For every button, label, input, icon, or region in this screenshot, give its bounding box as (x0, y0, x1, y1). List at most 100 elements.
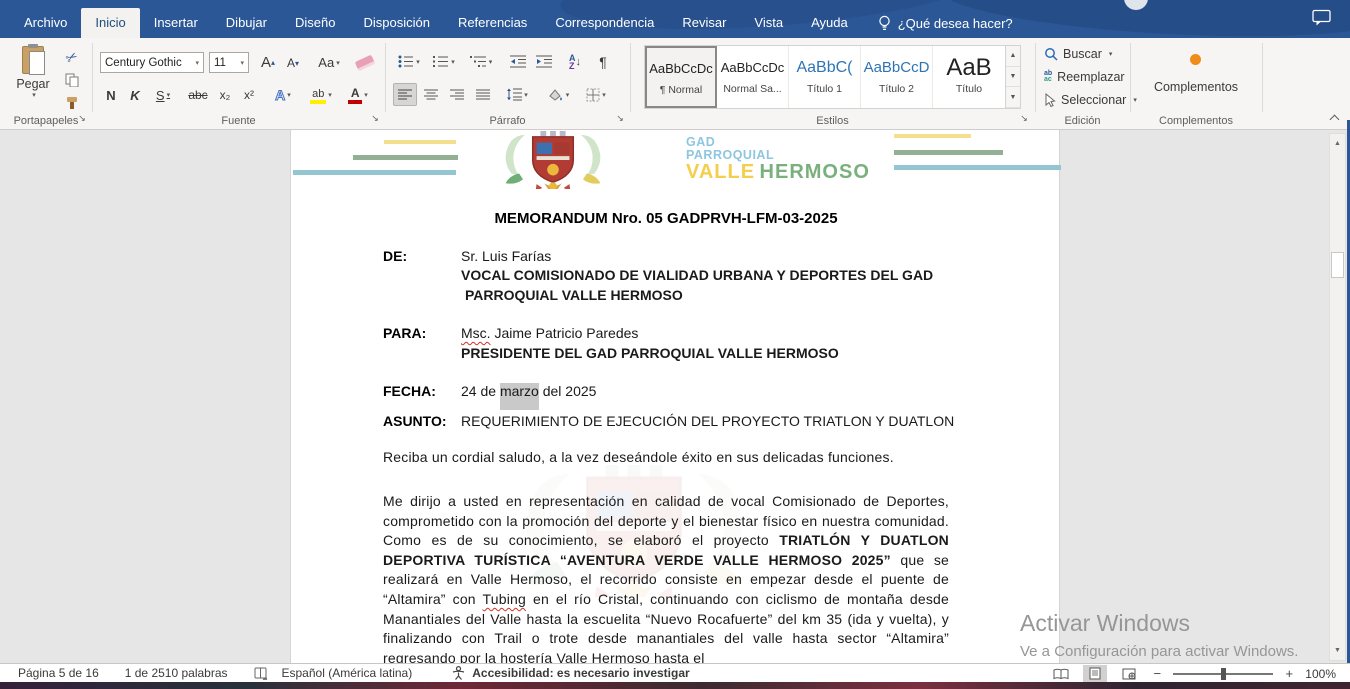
paste-button[interactable]: Pegar ▾ (8, 44, 58, 118)
tab-insertar[interactable]: Insertar (140, 8, 212, 38)
shrink-font-button[interactable]: A▾ (282, 52, 304, 74)
chevron-down-icon[interactable]: ▾ (602, 91, 606, 99)
addins-button[interactable]: Complementos (1140, 76, 1252, 98)
shading-button[interactable]: ▾ (541, 83, 575, 106)
scroll-up-button[interactable]: ▲ (1331, 136, 1344, 151)
format-painter-button[interactable] (60, 92, 84, 114)
numbering-button[interactable]: ▾ (428, 50, 460, 73)
language-indicator[interactable]: Español (América latina) (282, 666, 413, 680)
font-size-combo[interactable]: 11▾ (209, 52, 249, 73)
font-dialog-launcher[interactable]: ↘ (369, 113, 381, 125)
increase-indent-button[interactable] (532, 50, 556, 73)
align-left-button[interactable] (393, 83, 417, 106)
borders-button[interactable]: ▾ (579, 83, 613, 106)
tab-disposicion[interactable]: Disposición (349, 8, 443, 38)
style-normal-sa[interactable]: AaBbCcDc Normal Sa... (717, 46, 789, 108)
style-normal[interactable]: AaBbCcDc ¶ Normal (645, 46, 717, 108)
select-button[interactable]: Seleccionar▾ (1044, 93, 1137, 107)
style-titulo-2[interactable]: AaBbCcD Título 2 (861, 46, 933, 108)
chevron-down-icon[interactable]: ▾ (1133, 96, 1137, 104)
tab-correspondencia[interactable]: Correspondencia (541, 8, 668, 38)
decrease-indent-button[interactable] (506, 50, 530, 73)
print-layout-button[interactable] (1083, 665, 1107, 682)
proofing-error-icon[interactable] (254, 667, 269, 680)
gallery-down-button[interactable]: ▼ (1006, 67, 1020, 88)
zoom-slider[interactable] (1173, 673, 1273, 675)
strikethrough-button[interactable]: abc (184, 84, 212, 106)
gallery-expand-button[interactable]: ▼ (1006, 87, 1020, 108)
find-button[interactable]: Buscar▾ (1044, 47, 1112, 61)
comments-icon[interactable] (1312, 9, 1332, 27)
subscript-button[interactable]: x₂ (214, 84, 236, 106)
chevron-down-icon[interactable]: ▾ (236, 59, 244, 67)
chevron-down-icon[interactable]: ▾ (489, 58, 493, 66)
highlight-button[interactable]: ab▾ (304, 84, 338, 106)
multilevel-list-button[interactable]: ▾ (463, 50, 499, 73)
chevron-down-icon[interactable]: ▾ (524, 91, 528, 99)
cut-button[interactable]: ✂ (60, 46, 84, 68)
gad-logo-text: GAD PARROQUIAL VALLE HERMOSO (686, 136, 870, 183)
document-area[interactable]: GAD PARROQUIAL VALLE HERMOSO MEMORANDUM … (0, 130, 1350, 664)
collapse-ribbon-button[interactable] (1330, 113, 1340, 123)
tab-dibujar[interactable]: Dibujar (212, 8, 281, 38)
gallery-up-button[interactable]: ▲ (1006, 46, 1020, 67)
align-right-button[interactable] (445, 83, 469, 106)
tab-vista[interactable]: Vista (740, 8, 797, 38)
zoom-in-button[interactable]: + (1283, 666, 1295, 681)
styles-dialog-launcher[interactable]: ↘ (1018, 113, 1030, 125)
clear-formatting-button[interactable] (352, 53, 378, 73)
web-layout-button[interactable] (1117, 665, 1141, 682)
scrollbar-thumb[interactable] (1331, 252, 1344, 278)
justify-button[interactable] (471, 83, 495, 106)
replace-button[interactable]: abac Reemplazar (1044, 70, 1125, 84)
sort-button[interactable]: AZ↓ (562, 50, 588, 73)
scroll-down-button[interactable]: ▼ (1331, 643, 1344, 658)
zoom-out-button[interactable]: − (1151, 666, 1163, 681)
paste-dropdown-arrow[interactable]: ▾ (10, 91, 58, 99)
style-titulo[interactable]: AaB Título (933, 46, 1005, 108)
word-count[interactable]: 1 de 2510 palabras (125, 666, 228, 680)
chevron-down-icon[interactable]: ▾ (1109, 50, 1113, 58)
chevron-down-icon[interactable]: ▾ (451, 58, 455, 66)
chevron-down-icon[interactable]: ▾ (287, 91, 291, 99)
paragraph-dialog-launcher[interactable]: ↘ (614, 113, 626, 125)
show-marks-button[interactable]: ¶ (592, 50, 614, 73)
page-indicator[interactable]: Página 5 de 16 (18, 666, 99, 680)
tab-diseno[interactable]: Diseño (281, 8, 349, 38)
chevron-down-icon[interactable]: ▾ (416, 58, 420, 66)
copy-button[interactable] (60, 69, 84, 91)
font-color-button[interactable]: A▾ (342, 84, 374, 106)
document-page[interactable]: GAD PARROQUIAL VALLE HERMOSO MEMORANDUM … (290, 130, 1060, 664)
clipboard-dialog-launcher[interactable]: ↘ (76, 113, 88, 125)
underline-button[interactable]: S▾ (148, 84, 178, 106)
numbered-list-icon (433, 55, 449, 68)
chevron-down-icon[interactable]: ▾ (566, 91, 570, 99)
style-titulo-1[interactable]: AaBbC( Título 1 (789, 46, 861, 108)
superscript-button[interactable]: x² (238, 84, 260, 106)
chevron-down-icon[interactable]: ▾ (328, 91, 332, 99)
read-mode-button[interactable] (1049, 665, 1073, 682)
vertical-scrollbar[interactable]: ▲ ▼ (1329, 133, 1346, 661)
bullets-button[interactable]: ▾ (393, 50, 425, 73)
tab-ayuda[interactable]: Ayuda (797, 8, 862, 38)
chevron-down-icon[interactable]: ▾ (364, 91, 368, 99)
zoom-slider-thumb[interactable] (1221, 668, 1226, 680)
accessibility-icon[interactable] (452, 666, 465, 680)
align-center-button[interactable] (419, 83, 443, 106)
zoom-level[interactable]: 100% (1305, 667, 1336, 681)
line-spacing-button[interactable]: ▾ (501, 83, 533, 106)
tab-archivo[interactable]: Archivo (10, 8, 81, 38)
tab-inicio[interactable]: Inicio (81, 8, 139, 38)
change-case-button[interactable]: Aa▾ (312, 51, 346, 74)
accessibility-status[interactable]: Accesibilidad: es necesario investigar (472, 666, 689, 680)
chevron-down-icon[interactable]: ▾ (191, 59, 199, 67)
bold-button[interactable]: N (100, 84, 122, 106)
italic-button[interactable]: K (124, 84, 146, 106)
chevron-down-icon[interactable]: ▾ (167, 91, 171, 99)
font-name-combo[interactable]: Century Gothic▾ (100, 52, 204, 73)
tab-revisar[interactable]: Revisar (668, 8, 740, 38)
tell-me-search[interactable]: ¿Qué desea hacer? (878, 8, 1013, 38)
text-effects-button[interactable]: A▾ (268, 84, 298, 106)
grow-font-button[interactable]: A▴ (256, 50, 280, 74)
tab-referencias[interactable]: Referencias (444, 8, 541, 38)
